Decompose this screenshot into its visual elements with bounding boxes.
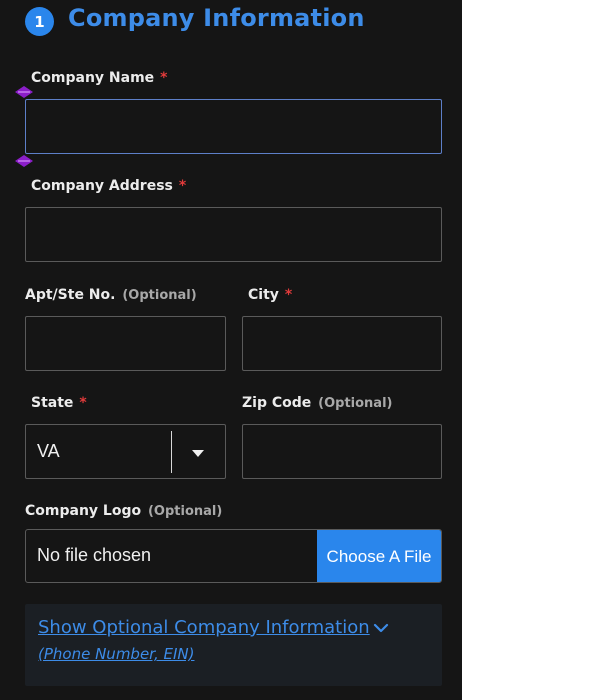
company-logo-label: Company Logo (Optional) xyxy=(25,503,222,519)
chevron-down-icon[interactable] xyxy=(372,619,390,637)
diamond-handle-icon[interactable] xyxy=(15,86,33,98)
state-select[interactable]: VA xyxy=(25,424,226,479)
required-asterisk: * xyxy=(160,70,168,86)
company-name-input[interactable] xyxy=(25,99,442,154)
zip-label: Zip Code (Optional) xyxy=(242,395,392,411)
city-label: City * xyxy=(248,287,292,303)
apt-input[interactable] xyxy=(25,316,226,371)
diamond-handle-icon[interactable] xyxy=(15,155,33,167)
required-asterisk: * xyxy=(79,395,87,411)
section-title: Company Information xyxy=(68,4,365,32)
optional-info-sublabel[interactable]: (Phone Number, EIN) xyxy=(38,645,194,663)
caret-down-icon[interactable] xyxy=(192,450,204,457)
step-number-badge: 1 xyxy=(25,7,54,36)
state-label-text: State xyxy=(31,395,74,411)
zip-input[interactable] xyxy=(242,424,442,479)
optional-note: (Optional) xyxy=(147,504,223,519)
zip-label-text: Zip Code xyxy=(242,395,312,411)
company-name-label-text: Company Name xyxy=(31,70,155,86)
company-name-label: Company Name * xyxy=(31,70,168,86)
file-status-text: No file chosen xyxy=(37,545,152,565)
apt-label: Apt/Ste No. (Optional) xyxy=(25,287,197,303)
company-address-label: Company Address * xyxy=(31,178,186,194)
company-address-input[interactable] xyxy=(25,207,442,262)
company-logo-file-input[interactable]: No file chosen Choose A File xyxy=(25,529,442,583)
optional-info-box: Show Optional Company Information (Phone… xyxy=(25,604,442,686)
optional-note: (Optional) xyxy=(318,396,393,411)
optional-note: (Optional) xyxy=(122,288,197,303)
company-address-label-text: Company Address xyxy=(31,178,173,194)
apt-label-text: Apt/Ste No. xyxy=(25,287,116,303)
company-logo-label-text: Company Logo xyxy=(25,503,142,519)
required-asterisk: * xyxy=(284,287,293,303)
select-divider xyxy=(171,431,172,473)
state-label: State * xyxy=(31,395,87,411)
show-optional-info-link[interactable]: Show Optional Company Information xyxy=(38,617,370,638)
city-label-text: City xyxy=(248,287,279,303)
choose-file-button[interactable]: Choose A File xyxy=(317,530,441,582)
state-selected-value: VA xyxy=(37,441,60,461)
required-asterisk: * xyxy=(178,178,187,194)
city-input[interactable] xyxy=(242,316,442,371)
company-info-panel: 1 Company Information Company Name * Comp… xyxy=(0,0,462,700)
